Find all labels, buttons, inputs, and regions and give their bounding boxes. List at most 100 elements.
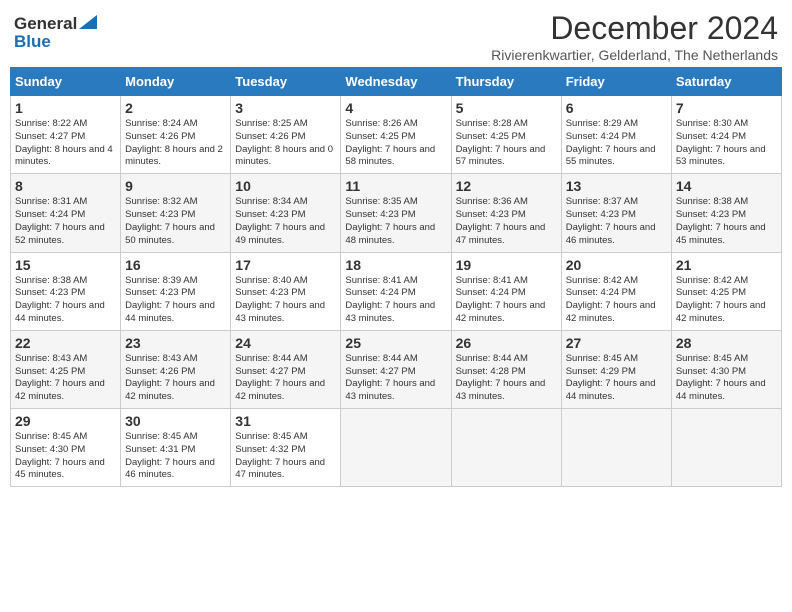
calendar-cell: 26 Sunrise: 8:44 AMSunset: 4:28 PMDayligh…	[451, 330, 561, 408]
calendar-cell: 16Sunrise: 8:39 AMSunset: 4:23 PMDayligh…	[121, 252, 231, 330]
cell-sun-info: Sunrise: 8:43 AMSunset: 4:26 PMDaylight:…	[125, 353, 226, 404]
cell-sun-info: Sunrise: 8:26 AMSunset: 4:25 PMDaylight:…	[345, 118, 446, 169]
cell-sun-info: Sunrise: 8:37 AMSunset: 4:23 PMDaylight:…	[566, 196, 667, 247]
calendar-cell: 14 Sunrise: 8:38 AMSunset: 4:23 PMDayligh…	[671, 174, 781, 252]
day-number: 5	[456, 100, 557, 116]
cell-sun-info: Sunrise: 8:40 AMSunset: 4:23 PMDaylight:…	[235, 275, 336, 326]
calendar-cell: 9Sunrise: 8:32 AMSunset: 4:23 PMDaylight…	[121, 174, 231, 252]
calendar-cell	[561, 409, 671, 487]
day-number: 16	[125, 257, 226, 273]
weekday-header: Monday	[121, 68, 231, 96]
cell-sun-info: Sunrise: 8:22 AMSunset: 4:27 PMDaylight:…	[15, 118, 116, 169]
weekday-header: Thursday	[451, 68, 561, 96]
cell-sun-info: Sunrise: 8:29 AMSunset: 4:24 PMDaylight:…	[566, 118, 667, 169]
calendar-cell	[341, 409, 451, 487]
day-number: 28	[676, 335, 777, 351]
day-number: 14	[676, 178, 777, 194]
day-number: 4	[345, 100, 446, 116]
calendar-cell: 21Sunrise: 8:42 AMSunset: 4:25 PMDayligh…	[671, 252, 781, 330]
cell-sun-info: Sunrise: 8:41 AMSunset: 4:24 PMDaylight:…	[345, 275, 446, 326]
calendar-cell: 20Sunrise: 8:42 AMSunset: 4:24 PMDayligh…	[561, 252, 671, 330]
day-number: 26	[456, 335, 557, 351]
day-number: 20	[566, 257, 667, 273]
calendar-cell: 25 Sunrise: 8:44 AMSunset: 4:27 PMDayligh…	[341, 330, 451, 408]
calendar-cell: 11 Sunrise: 8:35 AMSunset: 4:23 PMDayligh…	[341, 174, 451, 252]
page-header: General Blue December 2024 Rivierenkwart…	[10, 10, 782, 63]
calendar-week-row: 8 Sunrise: 8:31 AMSunset: 4:24 PMDaylight…	[11, 174, 782, 252]
month-title: December 2024	[491, 10, 778, 47]
cell-sun-info: Sunrise: 8:38 AMSunset: 4:23 PMDaylight:…	[15, 275, 116, 326]
day-number: 31	[235, 413, 336, 429]
cell-sun-info: Sunrise: 8:45 AMSunset: 4:30 PMDaylight:…	[15, 431, 116, 482]
day-number: 7	[676, 100, 777, 116]
calendar-cell: 13 Sunrise: 8:37 AMSunset: 4:23 PMDayligh…	[561, 174, 671, 252]
location-subtitle: Rivierenkwartier, Gelderland, The Nether…	[491, 47, 778, 63]
cell-sun-info: Sunrise: 8:36 AMSunset: 4:23 PMDaylight:…	[456, 196, 557, 247]
day-number: 3	[235, 100, 336, 116]
calendar-cell: 24 Sunrise: 8:44 AMSunset: 4:27 PMDayligh…	[231, 330, 341, 408]
cell-sun-info: Sunrise: 8:30 AMSunset: 4:24 PMDaylight:…	[676, 118, 777, 169]
logo-blue-text: Blue	[14, 32, 51, 52]
cell-sun-info: Sunrise: 8:44 AMSunset: 4:28 PMDaylight:…	[456, 353, 557, 404]
day-number: 13	[566, 178, 667, 194]
cell-sun-info: Sunrise: 8:45 AMSunset: 4:30 PMDaylight:…	[676, 353, 777, 404]
weekday-header: Tuesday	[231, 68, 341, 96]
calendar-cell	[671, 409, 781, 487]
calendar-cell: 17 Sunrise: 8:40 AMSunset: 4:23 PMDayligh…	[231, 252, 341, 330]
calendar-cell: 28 Sunrise: 8:45 AMSunset: 4:30 PMDayligh…	[671, 330, 781, 408]
day-number: 23	[125, 335, 226, 351]
cell-sun-info: Sunrise: 8:31 AMSunset: 4:24 PMDaylight:…	[15, 196, 116, 247]
day-number: 19	[456, 257, 557, 273]
title-block: December 2024 Rivierenkwartier, Gelderla…	[491, 10, 778, 63]
weekday-header: Friday	[561, 68, 671, 96]
day-number: 24	[235, 335, 336, 351]
calendar-cell: 23 Sunrise: 8:43 AMSunset: 4:26 PMDayligh…	[121, 330, 231, 408]
day-number: 21	[676, 257, 777, 273]
calendar-week-row: 1 Sunrise: 8:22 AMSunset: 4:27 PMDaylight…	[11, 96, 782, 174]
weekday-header-row: SundayMondayTuesdayWednesdayThursdayFrid…	[11, 68, 782, 96]
logo: General Blue	[14, 14, 97, 52]
weekday-header: Saturday	[671, 68, 781, 96]
cell-sun-info: Sunrise: 8:28 AMSunset: 4:25 PMDaylight:…	[456, 118, 557, 169]
cell-sun-info: Sunrise: 8:38 AMSunset: 4:23 PMDaylight:…	[676, 196, 777, 247]
calendar-cell	[451, 409, 561, 487]
calendar-week-row: 29 Sunrise: 8:45 AMSunset: 4:30 PMDayligh…	[11, 409, 782, 487]
cell-sun-info: Sunrise: 8:45 AMSunset: 4:32 PMDaylight:…	[235, 431, 336, 482]
calendar-cell: 10 Sunrise: 8:34 AMSunset: 4:23 PMDayligh…	[231, 174, 341, 252]
logo-icon	[79, 15, 97, 29]
cell-sun-info: Sunrise: 8:41 AMSunset: 4:24 PMDaylight:…	[456, 275, 557, 326]
day-number: 8	[15, 178, 116, 194]
cell-sun-info: Sunrise: 8:44 AMSunset: 4:27 PMDaylight:…	[345, 353, 446, 404]
cell-sun-info: Sunrise: 8:25 AMSunset: 4:26 PMDaylight:…	[235, 118, 336, 169]
day-number: 6	[566, 100, 667, 116]
calendar-cell: 15Sunrise: 8:38 AMSunset: 4:23 PMDayligh…	[11, 252, 121, 330]
day-number: 17	[235, 257, 336, 273]
cell-sun-info: Sunrise: 8:44 AMSunset: 4:27 PMDaylight:…	[235, 353, 336, 404]
cell-sun-info: Sunrise: 8:45 AMSunset: 4:31 PMDaylight:…	[125, 431, 226, 482]
calendar-cell: 8 Sunrise: 8:31 AMSunset: 4:24 PMDaylight…	[11, 174, 121, 252]
cell-sun-info: Sunrise: 8:45 AMSunset: 4:29 PMDaylight:…	[566, 353, 667, 404]
day-number: 25	[345, 335, 446, 351]
calendar-week-row: 22 Sunrise: 8:43 AMSunset: 4:25 PMDayligh…	[11, 330, 782, 408]
calendar-cell: 7 Sunrise: 8:30 AMSunset: 4:24 PMDaylight…	[671, 96, 781, 174]
day-number: 2	[125, 100, 226, 116]
cell-sun-info: Sunrise: 8:43 AMSunset: 4:25 PMDaylight:…	[15, 353, 116, 404]
day-number: 11	[345, 178, 446, 194]
cell-sun-info: Sunrise: 8:32 AMSunset: 4:23 PMDaylight:…	[125, 196, 226, 247]
day-number: 18	[345, 257, 446, 273]
calendar-cell: 18 Sunrise: 8:41 AMSunset: 4:24 PMDayligh…	[341, 252, 451, 330]
calendar-cell: 2Sunrise: 8:24 AMSunset: 4:26 PMDaylight…	[121, 96, 231, 174]
calendar-cell: 4 Sunrise: 8:26 AMSunset: 4:25 PMDaylight…	[341, 96, 451, 174]
day-number: 22	[15, 335, 116, 351]
calendar-week-row: 15Sunrise: 8:38 AMSunset: 4:23 PMDayligh…	[11, 252, 782, 330]
cell-sun-info: Sunrise: 8:35 AMSunset: 4:23 PMDaylight:…	[345, 196, 446, 247]
day-number: 1	[15, 100, 116, 116]
day-number: 30	[125, 413, 226, 429]
day-number: 10	[235, 178, 336, 194]
calendar-cell: 12Sunrise: 8:36 AMSunset: 4:23 PMDayligh…	[451, 174, 561, 252]
calendar-cell: 27Sunrise: 8:45 AMSunset: 4:29 PMDayligh…	[561, 330, 671, 408]
calendar-cell: 31 Sunrise: 8:45 AMSunset: 4:32 PMDayligh…	[231, 409, 341, 487]
weekday-header: Sunday	[11, 68, 121, 96]
cell-sun-info: Sunrise: 8:34 AMSunset: 4:23 PMDaylight:…	[235, 196, 336, 247]
day-number: 29	[15, 413, 116, 429]
